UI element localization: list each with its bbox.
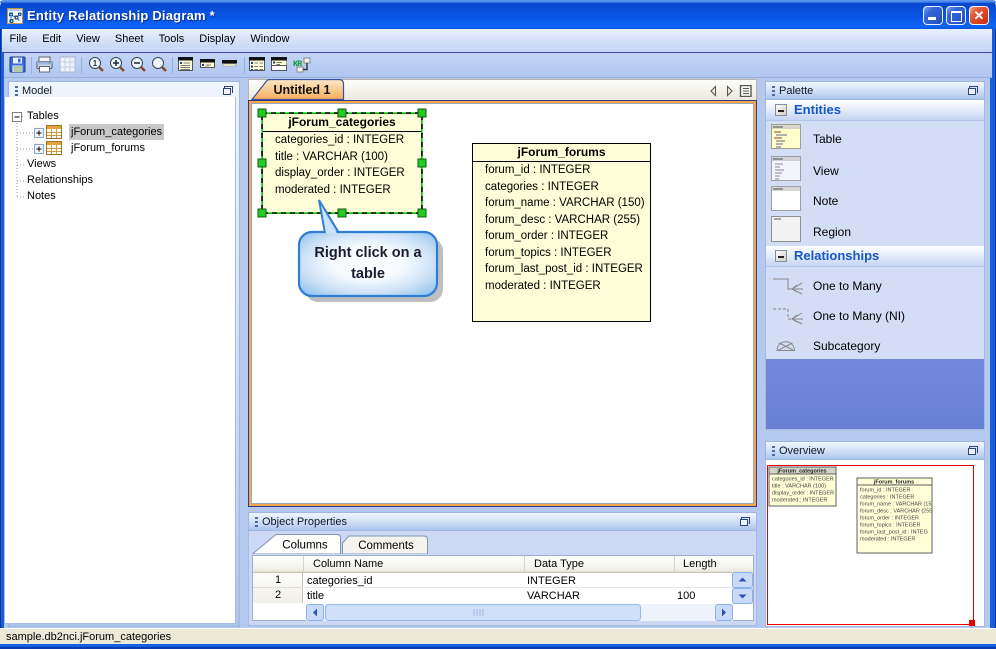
svg-text:jForum_forums: jForum_forums [873,480,914,486]
svg-text:Columns: Columns [282,540,328,552]
svg-text:Right click on a: Right click on a [314,245,422,261]
svg-text:moderated : INTEGER: moderated : INTEGER [772,498,827,504]
svg-text:categories : INTEGER: categories : INTEGER [860,495,914,501]
svg-text:forum_last_post_id : INTEG: forum_last_post_id : INTEG [860,530,928,536]
svg-text:Comments: Comments [358,540,414,552]
svg-text:jForum_categories: jForum_categories [776,469,826,475]
svg-text:forum_topics : INTEGER: forum_topics : INTEGER [860,523,921,529]
svg-text:table: table [351,266,385,282]
svg-text:title : VARCHAR (100): title : VARCHAR (100) [772,484,826,490]
svg-text:display_order : INTEGER: display_order : INTEGER [772,491,834,497]
svg-text:forum_id : INTEGER: forum_id : INTEGER [860,488,910,494]
svg-text:forum_desc : VARCHAR (255: forum_desc : VARCHAR (255 [860,509,932,515]
svg-text:categories_id : INTEGER: categories_id : INTEGER [772,477,834,483]
svg-text:Untitled 1: Untitled 1 [274,83,331,97]
svg-text:forum_order : INTEGER: forum_order : INTEGER [860,516,919,522]
svg-text:1: 1 [93,59,98,68]
svg-text:moderated : INTEGER: moderated : INTEGER [860,537,915,543]
svg-text:forum_name : VARCHAR (15: forum_name : VARCHAR (15 [860,502,931,508]
